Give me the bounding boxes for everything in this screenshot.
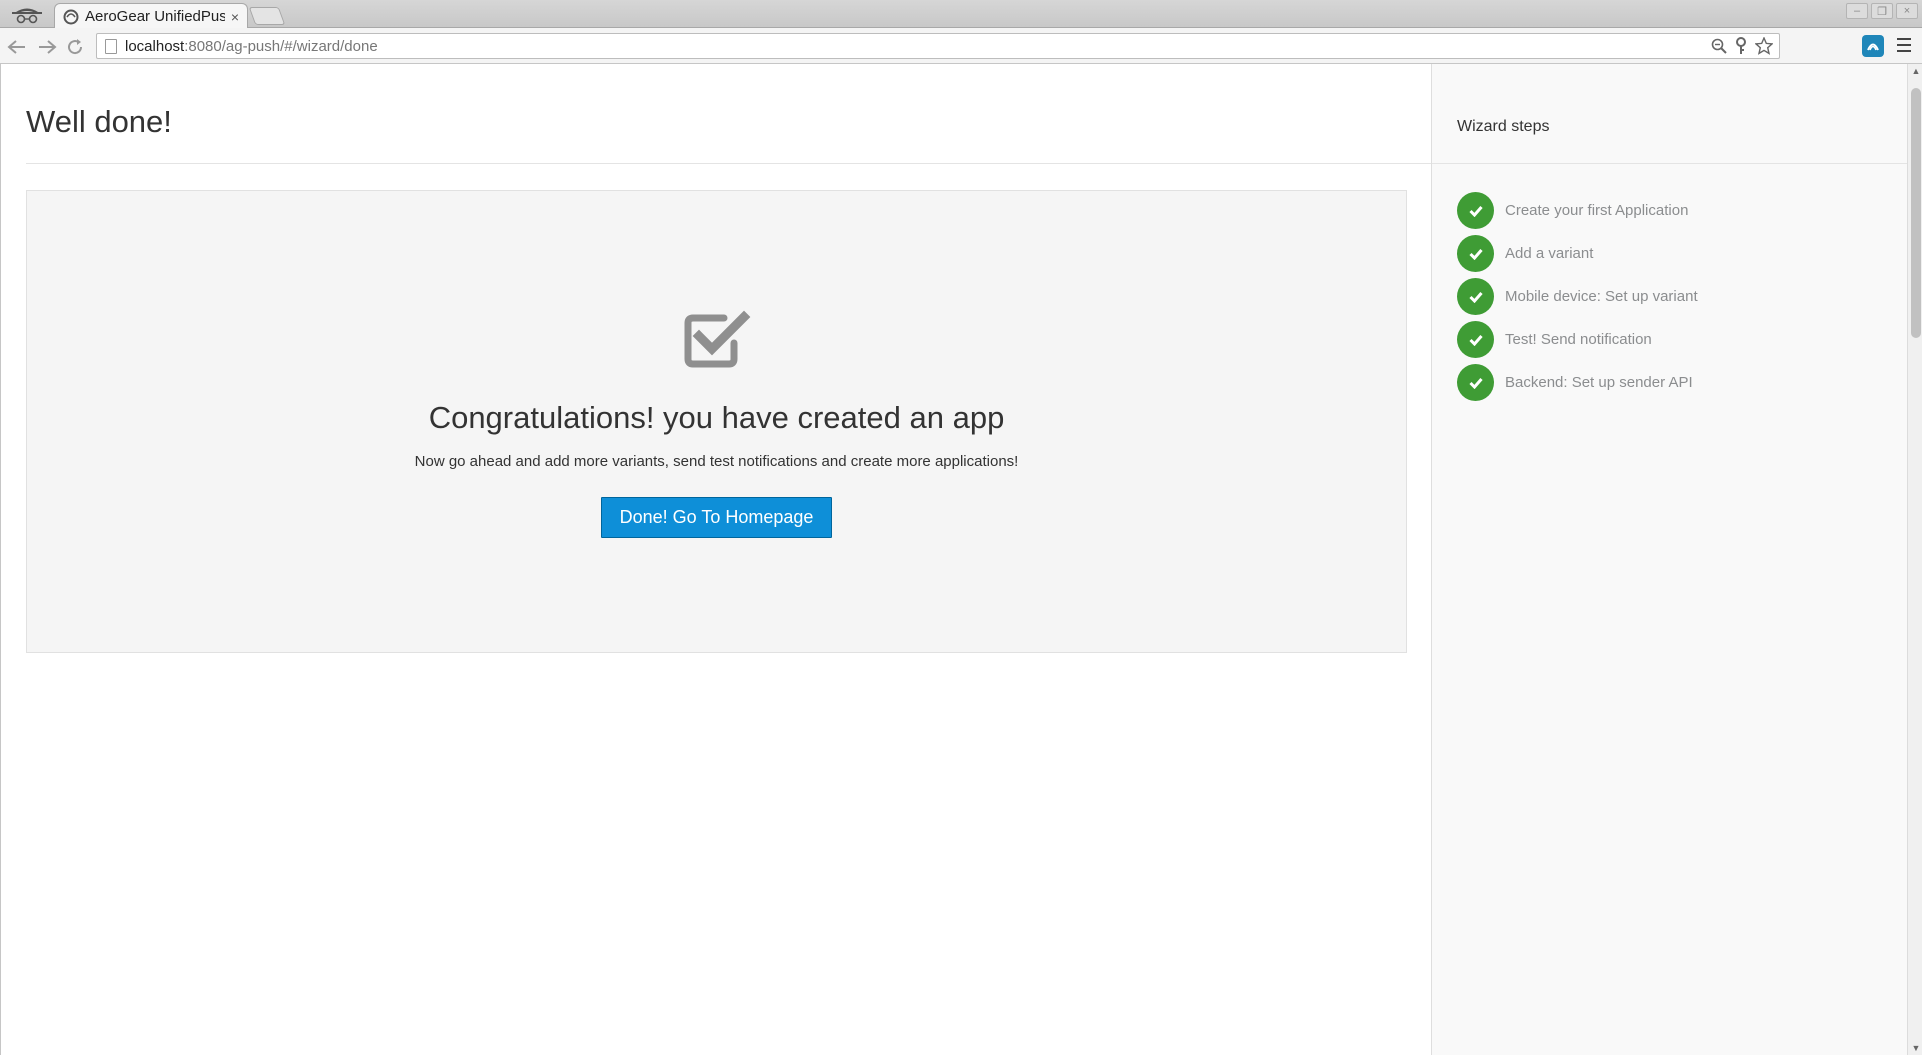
tab-close-icon[interactable]: × [231, 9, 239, 25]
tab-title: AeroGear UnifiedPus [85, 8, 225, 25]
step-label: Mobile device: Set up variant [1505, 288, 1698, 305]
wizard-steps-list: Create your first Application Add a vari… [1457, 189, 1698, 404]
browser-tab-bar: AeroGear UnifiedPus × – ❐ × [0, 0, 1922, 29]
scrollbar-thumb[interactable] [1911, 88, 1921, 338]
step-label: Test! Send notification [1505, 331, 1652, 348]
wizard-step-backend-sender: Backend: Set up sender API [1457, 361, 1698, 404]
close-window-button[interactable]: × [1896, 3, 1918, 19]
wizard-step-add-variant: Add a variant [1457, 232, 1698, 275]
scroll-up-arrow-icon[interactable]: ▲ [1908, 64, 1922, 78]
page-viewport: Well done! Congratulations! you have cre… [0, 64, 1922, 1055]
back-arrow-icon[interactable] [6, 36, 28, 58]
wizard-main-content: Well done! Congratulations! you have cre… [1, 64, 1431, 1055]
reload-icon[interactable] [64, 36, 86, 58]
url-host: localhost [125, 37, 185, 55]
sidebar-divider [1432, 163, 1908, 164]
wizard-steps-sidebar: Wizard steps Create your first Applicati… [1431, 64, 1908, 1055]
aerogear-extension-icon[interactable] [1862, 35, 1884, 57]
step-complete-check-icon [1457, 278, 1494, 315]
browser-tab-active[interactable]: AeroGear UnifiedPus × [54, 3, 248, 29]
scroll-down-arrow-icon[interactable]: ▼ [1908, 1041, 1922, 1055]
step-label: Backend: Set up sender API [1505, 374, 1693, 391]
step-label: Create your first Application [1505, 202, 1689, 219]
step-complete-check-icon [1457, 364, 1494, 401]
congratulations-text: Now go ahead and add more variants, send… [414, 453, 1019, 470]
step-complete-check-icon [1457, 192, 1494, 229]
minimize-window-button[interactable]: – [1846, 3, 1868, 19]
magnifier-icon[interactable] [1711, 38, 1727, 59]
vertical-scrollbar[interactable]: ▲ ▼ [1907, 64, 1922, 1055]
star-icon[interactable] [1754, 36, 1774, 60]
url-path: :8080/ag-push/#/wizard/done [184, 37, 378, 55]
go-to-homepage-button[interactable]: Done! Go To Homepage [601, 497, 832, 538]
completion-panel: Congratulations! you have created an app… [26, 190, 1407, 653]
omnibox-icons [1711, 36, 1774, 60]
hamburger-menu-icon[interactable] [1896, 37, 1912, 53]
browser-toolbar: localhost:8080/ag-push/#/wizard/done [0, 28, 1922, 64]
step-label: Add a variant [1505, 245, 1594, 262]
page-icon [105, 38, 117, 54]
step-complete-check-icon [1457, 235, 1494, 272]
checked-box-icon [684, 310, 751, 368]
new-tab-button[interactable] [248, 7, 286, 25]
congratulations-heading: Congratulations! you have created an app [428, 400, 1005, 435]
sidebar-title: Wizard steps [1457, 118, 1550, 135]
page-title: Well done! [26, 104, 172, 139]
forward-arrow-icon[interactable] [36, 36, 58, 58]
title-divider [26, 163, 1431, 164]
wizard-step-mobile-device: Mobile device: Set up variant [1457, 275, 1698, 318]
key-icon[interactable] [1735, 37, 1747, 60]
step-complete-check-icon [1457, 321, 1494, 358]
incognito-icon [4, 2, 50, 26]
aerogear-favicon-icon [63, 9, 79, 25]
window-controls: – ❐ × [1846, 3, 1918, 19]
restore-window-button[interactable]: ❐ [1871, 3, 1893, 19]
wizard-step-test-notification: Test! Send notification [1457, 318, 1698, 361]
wizard-step-create-application: Create your first Application [1457, 189, 1698, 232]
address-bar[interactable]: localhost:8080/ag-push/#/wizard/done [96, 33, 1780, 59]
